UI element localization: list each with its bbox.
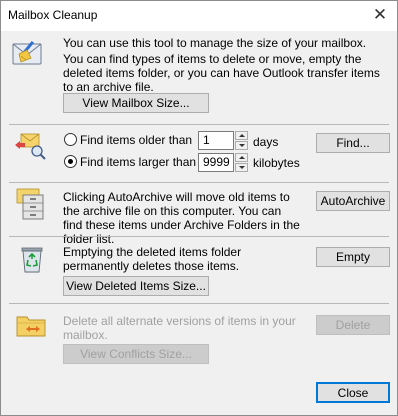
separator	[9, 236, 389, 237]
dialog-title: Mailbox Cleanup	[8, 8, 98, 22]
chevron-up-icon	[238, 134, 245, 137]
larger-unit-label: kilobytes	[253, 156, 300, 170]
close-button[interactable]: Close	[316, 382, 390, 403]
larger-than-kb-input[interactable]: 9999	[198, 153, 234, 172]
older-than-spinner[interactable]	[235, 131, 248, 150]
older-unit-label: days	[253, 135, 279, 149]
spin-up-button[interactable]	[235, 131, 248, 140]
spin-down-button[interactable]	[235, 163, 248, 172]
conflicts-description: Delete all alternate versions of items i…	[63, 314, 296, 342]
empty-button[interactable]: Empty	[316, 247, 390, 267]
separator	[9, 182, 389, 183]
delete-button: Delete	[316, 315, 390, 335]
mailbox-size-intro: You can use this tool to manage the size…	[63, 36, 367, 50]
autoarchive-cabinet-icon	[16, 188, 44, 220]
spin-up-button[interactable]	[235, 153, 248, 162]
recycle-bin-icon	[21, 247, 43, 273]
spin-down-button[interactable]	[235, 141, 248, 150]
deleted-items-description: Emptying the deleted items folder perman…	[63, 245, 242, 273]
view-mailbox-size-button[interactable]: View Mailbox Size...	[63, 93, 209, 113]
find-larger-radio[interactable]	[64, 155, 77, 168]
chevron-down-icon	[238, 144, 245, 147]
mailbox-size-description: You can find types of items to delete or…	[63, 52, 380, 94]
close-icon[interactable]: ✕	[363, 1, 397, 29]
conflicts-folder-icon	[16, 316, 46, 337]
larger-than-spinner[interactable]	[235, 153, 248, 172]
title-bar: Mailbox Cleanup ✕	[1, 1, 397, 31]
autoarchive-button[interactable]: AutoArchive	[316, 191, 390, 211]
find-items-envelope-icon	[15, 133, 46, 160]
older-than-days-input[interactable]: 1	[198, 131, 234, 150]
view-conflicts-size-button: View Conflicts Size...	[63, 344, 209, 364]
separator	[9, 124, 389, 125]
find-button[interactable]: Find...	[316, 133, 390, 153]
view-deleted-items-size-button[interactable]: View Deleted Items Size...	[63, 276, 209, 296]
autoarchive-description: Clicking AutoArchive will move old items…	[63, 190, 300, 246]
find-larger-label[interactable]: Find items larger than	[80, 155, 196, 169]
separator	[9, 303, 389, 304]
mailbox-cleanup-dialog: Mailbox Cleanup ✕ You can use this tool …	[0, 0, 398, 416]
chevron-up-icon	[238, 156, 245, 159]
find-older-radio[interactable]	[64, 133, 77, 146]
mailbox-cleanup-broom-icon	[12, 40, 42, 65]
chevron-down-icon	[238, 166, 245, 169]
find-older-label[interactable]: Find items older than	[80, 133, 192, 147]
